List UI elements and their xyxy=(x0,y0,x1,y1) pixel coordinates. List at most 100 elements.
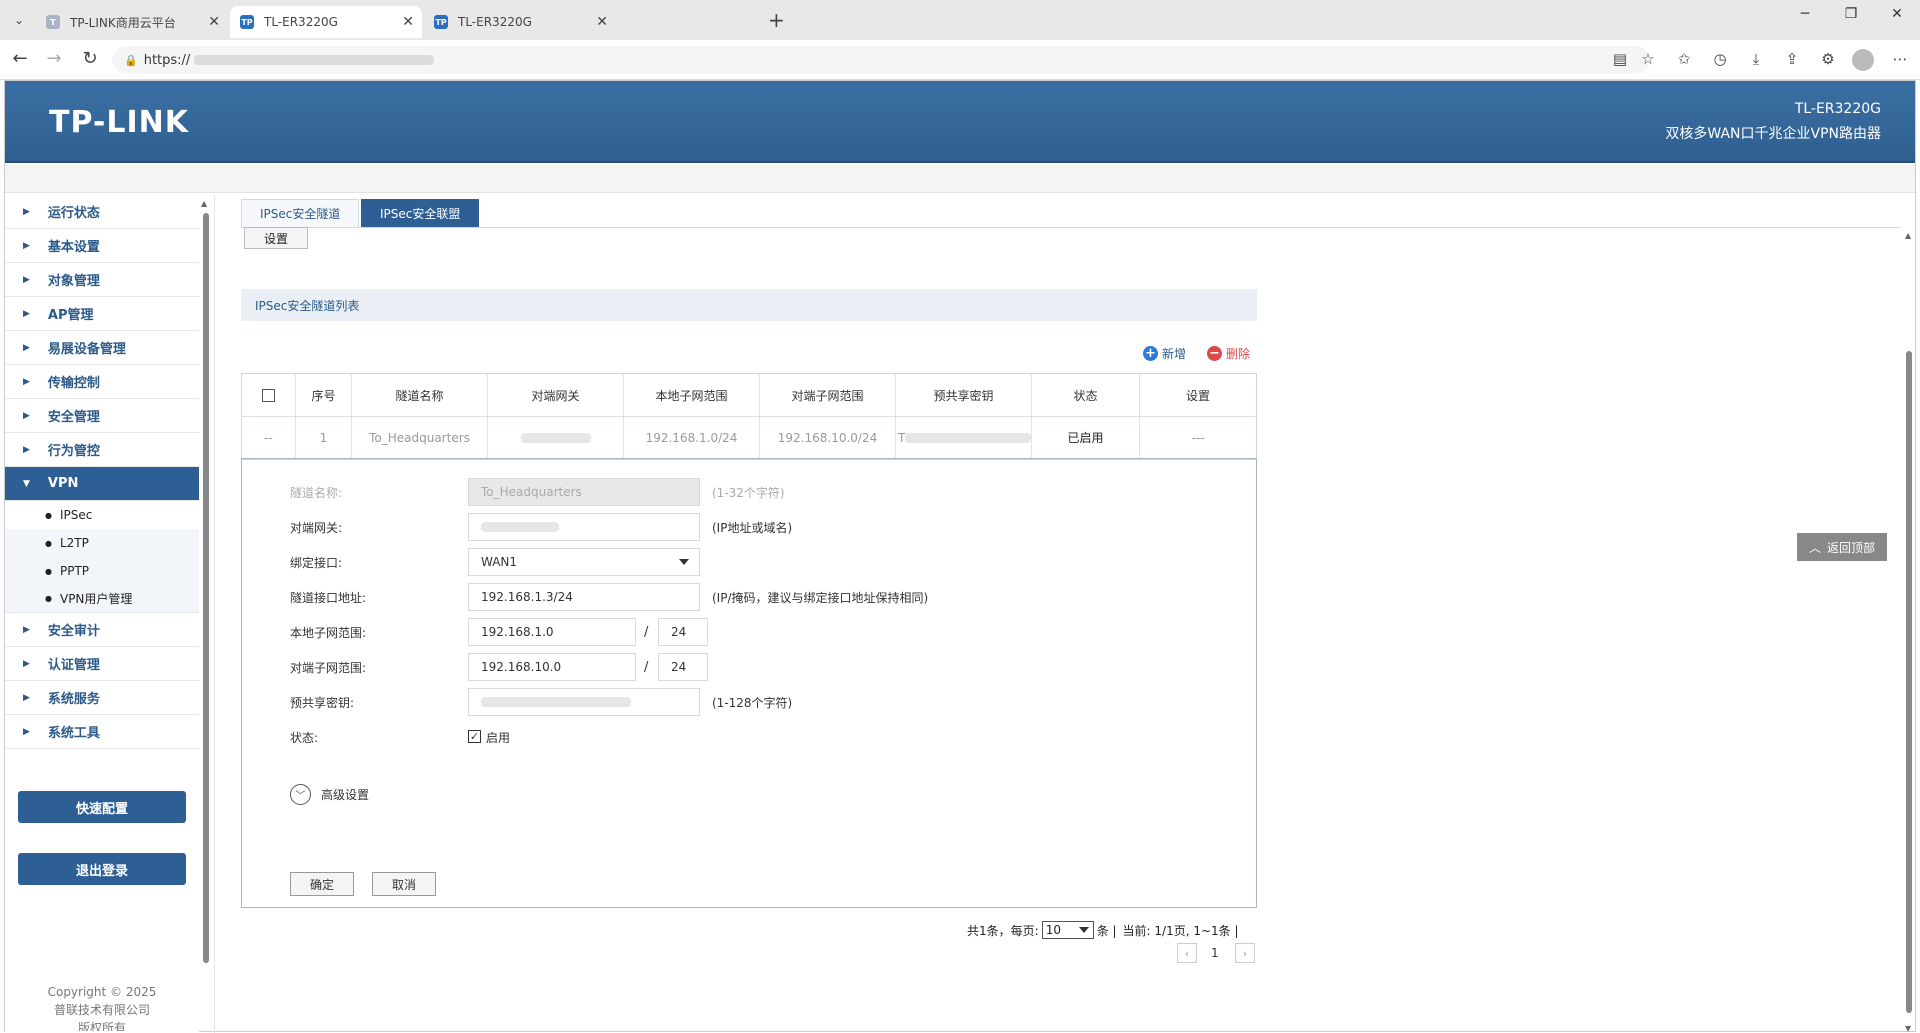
close-icon[interactable]: ✕ xyxy=(208,14,220,30)
remote-subnet-mask-input[interactable]: 24 xyxy=(658,653,708,681)
scrollbar-thumb[interactable] xyxy=(1906,351,1912,1013)
tab-menu-chevron-icon[interactable]: ⌄ xyxy=(4,8,34,32)
favicon-icon: TP xyxy=(240,15,254,29)
sidebar-item-label: 系统服务 xyxy=(47,692,100,707)
close-icon[interactable]: ✕ xyxy=(596,14,608,30)
minus-circle-icon: − xyxy=(1207,346,1222,361)
local-subnet-input[interactable]: 192.168.1.0 xyxy=(468,618,636,646)
copyright: Copyright © 2025 普联技术有限公司 版权所有 xyxy=(5,983,199,1031)
confirm-button[interactable]: 确定 xyxy=(290,872,354,896)
copyright-line: 版权所有 xyxy=(77,1021,126,1031)
tab-ipsec-tunnel[interactable]: IPSec安全隧道 xyxy=(241,199,359,227)
sidebar-scrollbar[interactable]: ▲ xyxy=(201,199,211,1033)
sidebar-subitem-l2tp[interactable]: ● L2TP xyxy=(5,529,199,557)
status-label: 状态: xyxy=(290,730,319,745)
favorites-icon[interactable]: ✩ xyxy=(1672,50,1696,68)
new-tab-icon[interactable]: + xyxy=(768,8,785,32)
chevron-up-icon: ︿ xyxy=(1808,540,1821,555)
restore-icon[interactable]: ❐ xyxy=(1828,6,1874,22)
sidebar-item-objects[interactable]: ▶ 对象管理 xyxy=(5,263,199,297)
forward-icon[interactable]: → xyxy=(40,48,68,69)
browser-tab-router-2[interactable]: TP TL-ER3220G ✕ xyxy=(424,6,616,38)
sidebar-item-vpn[interactable]: ▼ VPN xyxy=(5,467,199,501)
sidebar-item-label: 系统工具 xyxy=(47,726,100,741)
sidebar-item-audit[interactable]: ▶ 安全审计 xyxy=(5,613,199,647)
table-row[interactable]: -- 1 To_Headquarters 192.168.1.0/24 192.… xyxy=(242,417,1256,459)
sidebar: ▶ 运行状态 ▶ 基本设置 ▶ 对象管理 ▶ AP管理 ▶ 易展设备管理 ▶ 传输控制 ▶ 安… xyxy=(5,195,199,1033)
form-row-tunnel-name: 隧道名称: To_Headquarters (1-32个字符) xyxy=(242,478,1258,506)
logout-button[interactable]: 退出登录 xyxy=(18,853,186,885)
pager-unit: 条 | xyxy=(1096,923,1117,938)
scroll-up-icon[interactable]: ▲ xyxy=(1905,231,1911,240)
bullet-icon: ● xyxy=(45,510,52,520)
tunnel-address-input[interactable]: 192.168.1.3/24 xyxy=(468,583,700,611)
remote-subnet-input[interactable]: 192.168.10.0 xyxy=(468,653,636,681)
add-button[interactable]: + 新增 xyxy=(1143,345,1186,362)
cancel-button[interactable]: 取消 xyxy=(372,872,436,896)
main-scrollbar[interactable]: ▲ ▼ xyxy=(1903,231,1915,1033)
sidebar-subitem-ipsec[interactable]: ● IPSec xyxy=(5,501,199,529)
form-row-local-subnet: 本地子网范围: 192.168.1.0 / 24 xyxy=(242,618,1258,646)
enable-checkbox[interactable]: ✓ xyxy=(468,730,481,743)
delete-button[interactable]: − 删除 xyxy=(1207,345,1250,362)
more-menu-icon[interactable]: ⋯ xyxy=(1888,50,1912,68)
router-page: TP-LINK TL-ER3220G 双核多WAN口千兆企业VPN路由器 ▶ 运行… xyxy=(4,80,1916,1033)
sidebar-item-ap[interactable]: ▶ AP管理 xyxy=(5,297,199,331)
share-icon[interactable]: ⇪ xyxy=(1780,50,1804,68)
download-icon[interactable]: ⤓ xyxy=(1744,50,1768,68)
page-header: TP-LINK TL-ER3220G 双核多WAN口千兆企业VPN路由器 xyxy=(5,81,1915,163)
back-to-top-button[interactable]: ︿ 返回顶部 xyxy=(1797,533,1887,561)
sidebar-item-devices[interactable]: ▶ 易展设备管理 xyxy=(5,331,199,365)
tunnel-name-input: To_Headquarters xyxy=(468,478,700,506)
tab-title: TL-ER3220G xyxy=(264,15,338,29)
favorite-star-icon[interactable]: ☆ xyxy=(1636,50,1660,68)
select-all-checkbox[interactable] xyxy=(262,388,275,402)
sidebar-item-basic[interactable]: ▶ 基本设置 xyxy=(5,229,199,263)
sidebar-item-transfer[interactable]: ▶ 传输控制 xyxy=(5,365,199,399)
select-all-cell xyxy=(242,374,296,416)
sidebar-subitem-vpn-users[interactable]: ● VPN用户管理 xyxy=(5,585,199,613)
extensions-icon[interactable]: ⚙ xyxy=(1816,50,1840,68)
sidebar-item-label: AP管理 xyxy=(47,308,94,323)
reader-icon[interactable]: ▤ xyxy=(1608,50,1632,68)
favicon-icon: T xyxy=(46,15,60,29)
scrollbar-thumb[interactable] xyxy=(203,213,209,963)
history-icon[interactable]: ◷ xyxy=(1708,50,1732,68)
bullet-icon: ● xyxy=(45,594,52,603)
bind-interface-select[interactable]: WAN1 xyxy=(468,548,700,576)
scroll-up-icon[interactable]: ▲ xyxy=(201,199,207,208)
back-icon[interactable]: ← xyxy=(6,48,34,69)
page-number[interactable]: 1 xyxy=(1211,943,1219,963)
row-psk: T xyxy=(896,417,1032,458)
sidebar-item-security[interactable]: ▶ 安全管理 xyxy=(5,399,199,433)
model-desc: 双核多WAN口千兆企业VPN路由器 xyxy=(1665,126,1881,142)
tab-ipsec-sa[interactable]: IPSec安全联盟 xyxy=(361,199,479,227)
reload-icon[interactable]: ↻ xyxy=(76,48,104,69)
sidebar-item-status[interactable]: ▶ 运行状态 xyxy=(5,195,199,229)
minimize-icon[interactable]: ─ xyxy=(1782,6,1828,22)
window-close-icon[interactable]: ✕ xyxy=(1874,6,1920,22)
local-subnet-mask-input[interactable]: 24 xyxy=(658,618,708,646)
sidebar-subitem-pptp[interactable]: ● PPTP xyxy=(5,557,199,585)
per-page-select[interactable]: 10 xyxy=(1041,921,1094,939)
sidebar-item-behavior[interactable]: ▶ 行为管控 xyxy=(5,433,199,467)
url-field[interactable]: 🔒 https:// xyxy=(112,46,1650,74)
prev-page-icon[interactable]: ‹ xyxy=(1177,943,1197,963)
sidebar-item-services[interactable]: ▶ 系统服务 xyxy=(5,681,199,715)
row-index: 1 xyxy=(296,417,352,458)
sidebar-divider xyxy=(214,195,215,1033)
psk-input[interactable] xyxy=(468,688,700,716)
browser-tab-router-1[interactable]: TP TL-ER3220G ✕ xyxy=(230,6,422,38)
sidebar-item-auth[interactable]: ▶ 认证管理 xyxy=(5,647,199,681)
close-icon[interactable]: ✕ xyxy=(402,14,414,30)
advanced-settings-toggle[interactable]: ﹀ 高级设置 xyxy=(290,784,369,805)
sidebar-item-tools[interactable]: ▶ 系统工具 xyxy=(5,715,199,749)
row-name: To_Headquarters xyxy=(352,417,488,458)
browser-tab-cloud[interactable]: T TP-LINK商用云平台 ✕ xyxy=(36,6,228,38)
next-page-icon[interactable]: › xyxy=(1235,943,1255,963)
quick-config-button[interactable]: 快速配置 xyxy=(18,791,186,823)
profile-avatar-icon[interactable] xyxy=(1852,49,1874,71)
sidebar-menu: ▶ 运行状态 ▶ 基本设置 ▶ 对象管理 ▶ AP管理 ▶ 易展设备管理 ▶ 传输控制 ▶ 安… xyxy=(5,195,199,749)
peer-gateway-input[interactable] xyxy=(468,513,700,541)
settings-button[interactable]: 设置 xyxy=(244,227,308,249)
